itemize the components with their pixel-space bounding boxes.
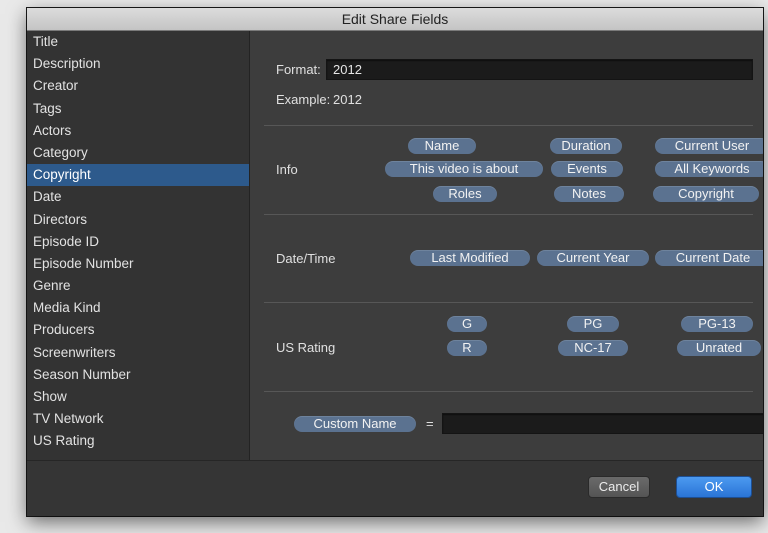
edit-share-fields-dialog: Edit Share Fields Title Description Crea… [27,8,763,516]
divider [264,391,753,392]
us-rating-label: US Rating [276,340,336,355]
field-list-sidebar[interactable]: Title Description Creator Tags Actors Ca… [27,31,250,460]
sidebar-item-genre[interactable]: Genre [27,275,249,297]
sidebar-item-title[interactable]: Title [27,31,249,53]
sidebar-item-copyright[interactable]: Copyright [27,164,249,187]
format-field-value: 2012 [333,62,362,77]
divider [264,125,753,126]
token-custom-name[interactable]: Custom Name [294,416,416,432]
sidebar-item-season-number[interactable]: Season Number [27,364,249,386]
datetime-label: Date/Time [276,251,336,266]
token-events[interactable]: Events [551,161,623,177]
sidebar-item-episode-id[interactable]: Episode ID [27,231,249,253]
token-all-keywords[interactable]: All Keywords [655,161,763,177]
sidebar-item-date[interactable]: Date [27,186,249,208]
example-label: Example: [276,92,331,107]
token-last-modified[interactable]: Last Modified [410,250,530,266]
sidebar-item-actors[interactable]: Actors [27,120,249,142]
sidebar-item-episode-number[interactable]: Episode Number [27,253,249,275]
custom-name-field[interactable] [442,413,763,434]
sidebar-item-media-kind[interactable]: Media Kind [27,297,249,319]
sidebar-item-show[interactable]: Show [27,386,249,408]
token-this-video-is-about[interactable]: This video is about [385,161,543,177]
token-rating-nc-17[interactable]: NC-17 [558,340,628,356]
equals-sign: = [426,416,434,431]
token-name[interactable]: Name [408,138,476,154]
divider [264,214,753,215]
sidebar-item-tv-network[interactable]: TV Network [27,408,249,430]
token-duration[interactable]: Duration [550,138,622,154]
dialog-footer: Cancel OK [27,460,763,516]
token-rating-r[interactable]: R [447,340,487,356]
sidebar-item-producers[interactable]: Producers [27,319,249,341]
token-roles[interactable]: Roles [433,186,497,202]
sidebar-item-tags[interactable]: Tags [27,98,249,120]
cancel-button[interactable]: Cancel [588,476,650,498]
info-label: Info [276,162,298,177]
format-field[interactable]: 2012 [326,59,753,80]
token-current-year[interactable]: Current Year [537,250,649,266]
token-current-user[interactable]: Current User [655,138,763,154]
sidebar-item-category[interactable]: Category [27,142,249,164]
dialog-title: Edit Share Fields [27,8,763,31]
example-value: 2012 [333,92,362,107]
token-rating-g[interactable]: G [447,316,487,332]
format-label: Format: [276,62,321,77]
sidebar-item-screenwriters[interactable]: Screenwriters [27,342,249,364]
sidebar-item-creator[interactable]: Creator [27,75,249,97]
ok-button[interactable]: OK [676,476,752,498]
token-rating-pg[interactable]: PG [567,316,619,332]
divider [264,302,753,303]
sidebar-item-us-rating[interactable]: US Rating [27,430,249,452]
token-copyright[interactable]: Copyright [653,186,759,202]
sidebar-item-directors[interactable]: Directors [27,209,249,231]
format-editor-panel: Format: 2012 Example: 2012 Info Name Dur… [250,31,763,460]
token-current-date[interactable]: Current Date [655,250,763,266]
sidebar-item-description[interactable]: Description [27,53,249,75]
token-rating-unrated[interactable]: Unrated [677,340,761,356]
token-rating-pg-13[interactable]: PG-13 [681,316,753,332]
token-notes[interactable]: Notes [554,186,624,202]
